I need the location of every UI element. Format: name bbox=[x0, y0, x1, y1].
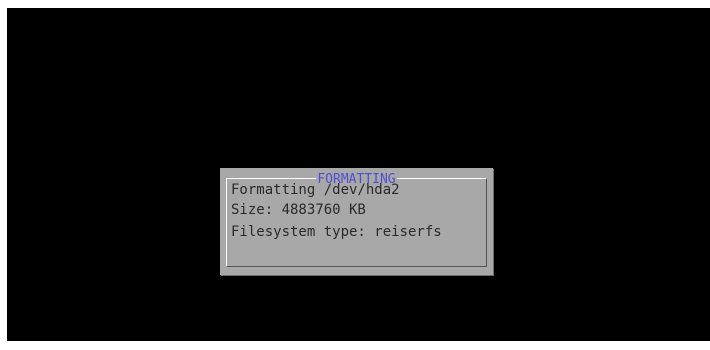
partition-size-text: Size: 4883760 KB bbox=[231, 202, 366, 218]
console-screen: FORMATTING Formatting /dev/hda2 Size: 48… bbox=[7, 8, 710, 341]
filesystem-type-text: Filesystem type: reiserfs bbox=[231, 224, 442, 240]
formatting-partition-text: Formatting /dev/hda2 bbox=[231, 182, 400, 198]
formatting-dialog: FORMATTING Formatting /dev/hda2 Size: 48… bbox=[220, 168, 493, 275]
